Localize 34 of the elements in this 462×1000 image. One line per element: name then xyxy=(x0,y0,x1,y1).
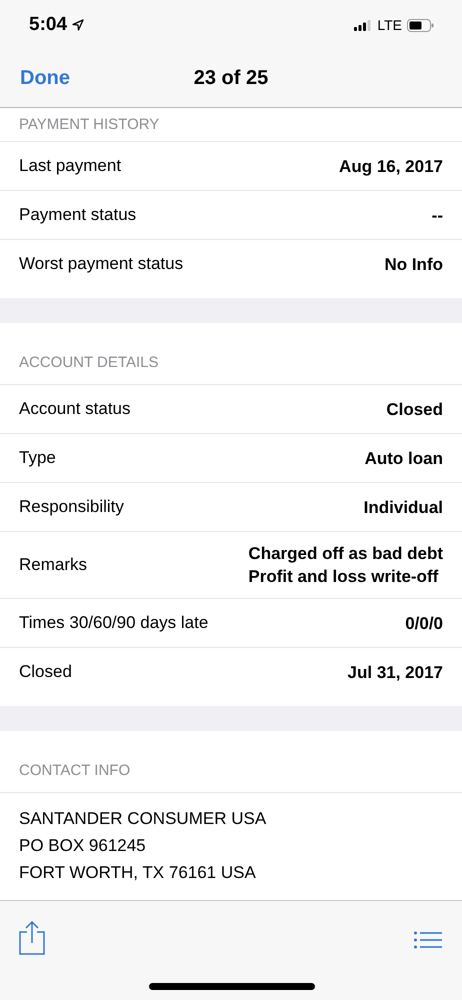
location-arrow-icon xyxy=(72,19,84,31)
list-icon[interactable] xyxy=(414,931,442,949)
row-value: 0/0/0 xyxy=(405,612,443,634)
row-value: Closed xyxy=(386,398,443,420)
row-label: Closed xyxy=(19,662,72,682)
row-label: Last payment xyxy=(19,156,122,176)
share-icon[interactable] xyxy=(19,921,45,955)
row-value: Jul 31, 2017 xyxy=(348,662,443,684)
status-time: 5:04 xyxy=(29,14,68,36)
row-value: Auto loan xyxy=(364,448,443,470)
row-label: Payment status xyxy=(19,205,136,225)
row-label: Remarks xyxy=(19,555,88,575)
address-line: SANTANDER CONSUMER USA xyxy=(19,808,268,830)
signal-icon xyxy=(354,20,372,30)
row-value: Profit and loss write-off xyxy=(248,566,438,588)
row-label: Worst payment status xyxy=(19,254,184,274)
address-line: FORT WORTH, TX 76161 USA xyxy=(19,862,257,884)
row-label: Account status xyxy=(19,399,131,419)
address-line: PO BOX 961245 xyxy=(19,835,147,857)
network-label: LTE xyxy=(377,17,402,33)
done-button[interactable]: Done xyxy=(20,67,70,90)
section-header: ACCOUNT DETAILS xyxy=(19,354,158,371)
battery-icon xyxy=(407,18,434,32)
section-header: PAYMENT HISTORY xyxy=(19,116,160,133)
row-label: Times 30/60/90 days late xyxy=(19,613,208,633)
page-title: 23 of 25 xyxy=(194,67,268,90)
row-value: Aug 16, 2017 xyxy=(339,156,443,178)
row-value: Individual xyxy=(364,496,443,518)
row-value: No Info xyxy=(384,254,443,276)
row-value: Charged off as bad debt xyxy=(248,543,443,565)
row-label: Type xyxy=(19,448,56,468)
row-label: Responsibility xyxy=(19,497,124,517)
section-header: CONTACT INFO xyxy=(19,762,130,779)
row-value: -- xyxy=(432,204,443,226)
